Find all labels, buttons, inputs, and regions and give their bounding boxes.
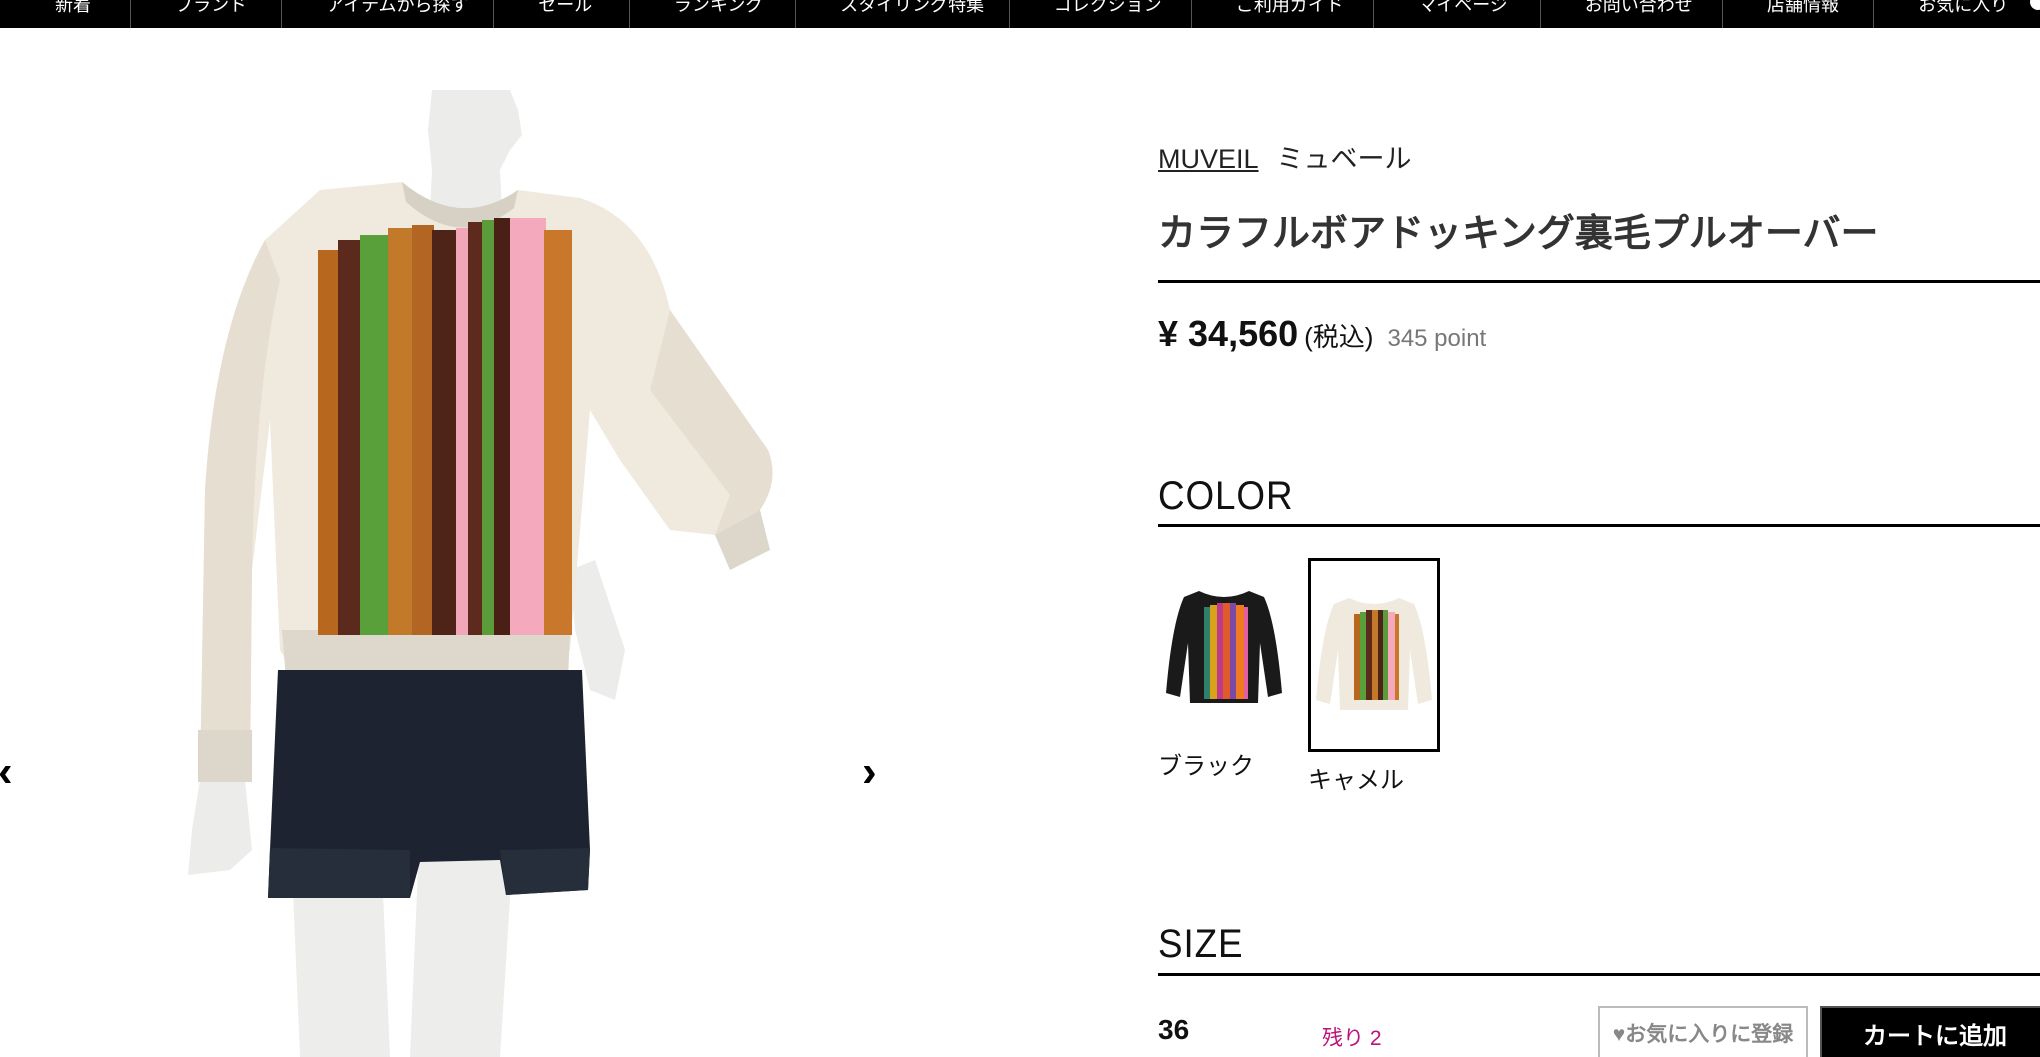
color-swatch-black[interactable]: ブラック <box>1158 558 1290 795</box>
title-divider <box>1158 280 2040 283</box>
nav-item[interactable]: ランキング <box>628 0 795 28</box>
size-row: 36 残り 2 ♥お気に入りに登録 カートに追加 <box>1158 1006 2040 1057</box>
price-row: ¥ 34,560 (税込) 345 point <box>1158 313 1486 355</box>
gallery-next-button[interactable]: › <box>862 750 877 794</box>
product-gallery: ‹ <box>0 90 900 1057</box>
brand-kana: ミュベール <box>1276 144 1412 174</box>
size-value: 36 <box>1158 1014 1190 1045</box>
color-heading: COLOR <box>1158 474 1294 518</box>
brand-row: MUVEIL ミュベール <box>1158 137 1412 176</box>
size-divider <box>1158 973 2040 976</box>
gallery-prev-button[interactable]: ‹ <box>0 750 13 794</box>
add-to-cart-button[interactable]: カートに追加 <box>1820 1006 2040 1057</box>
nav-item[interactable]: セール <box>493 0 629 28</box>
fur-panel <box>318 218 572 635</box>
brand-link[interactable]: MUVEIL <box>1158 144 1259 174</box>
swatch-image-camel[interactable] <box>1308 558 1440 752</box>
nav-item[interactable]: スタイリング特集 <box>795 0 1008 28</box>
points: 345 point <box>1387 325 1487 352</box>
price: ¥ 34,560 <box>1158 313 1299 354</box>
swatch-label-camel: キャメル <box>1308 767 1404 794</box>
tax-note: (税込) <box>1304 322 1374 352</box>
nav-item[interactable]: ブランド <box>130 0 281 28</box>
color-swatch-camel[interactable]: キャメル <box>1308 558 1440 795</box>
product-details: MUVEIL ミュベール カラフルボアドッキング裏毛プルオーバー ¥ 34,560… <box>1158 0 2040 1057</box>
nav-item[interactable]: アイテムから探す <box>281 0 493 28</box>
size-heading: SIZE <box>1158 922 1244 966</box>
product-title: カラフルボアドッキング裏毛プルオーバー <box>1158 213 1879 255</box>
product-image[interactable] <box>170 90 790 1057</box>
add-to-favorites-button[interactable]: ♥お気に入りに登録 <box>1598 1006 1808 1057</box>
color-divider <box>1158 524 2040 527</box>
swatch-label-black: ブラック <box>1158 753 1254 780</box>
swatch-image-black[interactable] <box>1158 558 1290 738</box>
nav-item[interactable]: 新着 <box>0 0 130 28</box>
black-sweater-thumbnail <box>1166 591 1282 703</box>
camel-sweater-thumbnail <box>1316 598 1432 710</box>
color-swatches: ブラック キャメル <box>1158 558 1458 795</box>
stock-remaining: 残り 2 <box>1322 1027 1382 1050</box>
